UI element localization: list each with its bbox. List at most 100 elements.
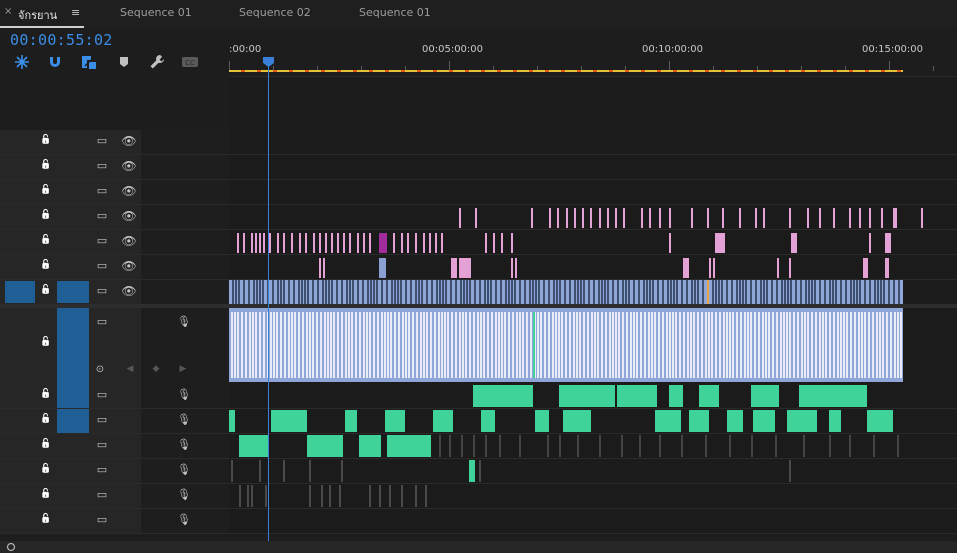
clip[interactable] — [531, 208, 533, 228]
clip[interactable] — [481, 410, 495, 432]
clip[interactable] — [576, 312, 578, 378]
clip[interactable] — [241, 312, 243, 378]
clip[interactable] — [591, 312, 593, 378]
clip[interactable] — [715, 280, 717, 304]
clip[interactable] — [807, 208, 809, 228]
clip[interactable] — [771, 280, 773, 304]
clip[interactable] — [843, 312, 845, 378]
clip[interactable] — [709, 258, 711, 278]
clip[interactable] — [381, 280, 383, 304]
track-lane-v1[interactable] — [229, 280, 957, 305]
clip[interactable] — [736, 312, 738, 378]
clip[interactable] — [853, 280, 855, 304]
clip[interactable] — [740, 312, 742, 378]
clip[interactable] — [401, 485, 403, 507]
clip[interactable] — [405, 280, 407, 304]
clip[interactable] — [321, 485, 323, 507]
clip[interactable] — [307, 435, 343, 457]
horizontal-scrollbar[interactable] — [0, 541, 957, 553]
clip[interactable] — [349, 233, 351, 253]
clip[interactable] — [237, 233, 239, 253]
clip[interactable] — [659, 435, 661, 457]
wrench-icon[interactable] — [149, 54, 165, 70]
clip[interactable] — [681, 280, 683, 304]
clip[interactable] — [369, 312, 371, 378]
lock-icon[interactable]: 🔓 — [39, 160, 53, 170]
clip[interactable] — [341, 280, 343, 304]
clip[interactable] — [460, 280, 462, 304]
clip[interactable] — [524, 280, 526, 304]
track-lane-a1[interactable] — [229, 308, 957, 385]
clip[interactable] — [691, 208, 693, 228]
clip[interactable] — [859, 280, 861, 304]
clip[interactable] — [459, 208, 461, 228]
clip[interactable] — [235, 280, 237, 304]
clip[interactable] — [519, 435, 521, 457]
clip[interactable] — [612, 312, 614, 378]
clip[interactable] — [313, 233, 315, 253]
clip[interactable] — [672, 312, 674, 378]
lock-icon[interactable]: 🔓 — [39, 260, 53, 270]
clip[interactable] — [345, 312, 347, 378]
clip[interactable] — [638, 280, 640, 304]
clip[interactable] — [590, 208, 592, 228]
clip[interactable] — [515, 258, 517, 278]
clip[interactable] — [363, 233, 365, 253]
clip[interactable] — [262, 280, 264, 304]
clip[interactable] — [377, 312, 379, 378]
clip[interactable] — [309, 485, 311, 507]
clip[interactable] — [868, 312, 870, 378]
clip[interactable] — [654, 312, 656, 378]
clip[interactable] — [283, 460, 285, 482]
clip[interactable] — [559, 385, 615, 407]
clip[interactable] — [822, 312, 824, 378]
clip[interactable] — [840, 280, 842, 304]
clip[interactable] — [797, 410, 817, 432]
clip[interactable] — [511, 258, 513, 278]
clip[interactable] — [451, 258, 457, 278]
eye-icon[interactable]: 👁 — [121, 234, 137, 248]
clip[interactable] — [495, 312, 497, 378]
clip[interactable] — [474, 280, 476, 304]
clip[interactable] — [402, 312, 404, 378]
clip[interactable] — [465, 312, 467, 378]
microphone-icon[interactable]: 🎙 — [177, 438, 191, 451]
clip[interactable] — [397, 280, 399, 304]
clip[interactable] — [605, 312, 607, 378]
clip[interactable] — [601, 312, 603, 378]
clip[interactable] — [626, 312, 628, 378]
clip[interactable] — [854, 312, 856, 378]
clip[interactable] — [713, 258, 715, 278]
clip[interactable] — [398, 312, 400, 378]
clip[interactable] — [331, 280, 333, 304]
clip[interactable] — [707, 280, 709, 304]
clip[interactable] — [373, 312, 375, 378]
clip[interactable] — [415, 280, 417, 304]
clip[interactable] — [563, 410, 591, 432]
clip[interactable] — [491, 312, 493, 378]
clip[interactable] — [270, 312, 272, 378]
clip[interactable] — [555, 312, 557, 378]
clip[interactable] — [807, 312, 809, 378]
clip[interactable] — [673, 280, 675, 304]
toggle-sync-icon[interactable]: ▭ — [94, 209, 110, 222]
clip[interactable] — [423, 233, 425, 253]
clip[interactable] — [762, 312, 764, 378]
clip[interactable] — [618, 312, 620, 378]
clip[interactable] — [781, 280, 783, 304]
clip[interactable] — [327, 312, 329, 378]
clip[interactable] — [389, 485, 391, 507]
clip[interactable] — [229, 410, 235, 432]
clip[interactable] — [876, 312, 878, 378]
clip[interactable] — [683, 312, 685, 378]
clip[interactable] — [547, 435, 549, 457]
clip[interactable] — [832, 280, 834, 304]
captions-icon[interactable]: CC — [181, 54, 199, 70]
clip[interactable] — [895, 208, 897, 228]
clip[interactable] — [431, 280, 433, 304]
clip[interactable] — [893, 280, 895, 304]
clip[interactable] — [607, 208, 609, 228]
clip[interactable] — [511, 280, 513, 304]
toggle-sync-icon[interactable]: ▭ — [94, 184, 110, 197]
clip[interactable] — [537, 312, 539, 378]
